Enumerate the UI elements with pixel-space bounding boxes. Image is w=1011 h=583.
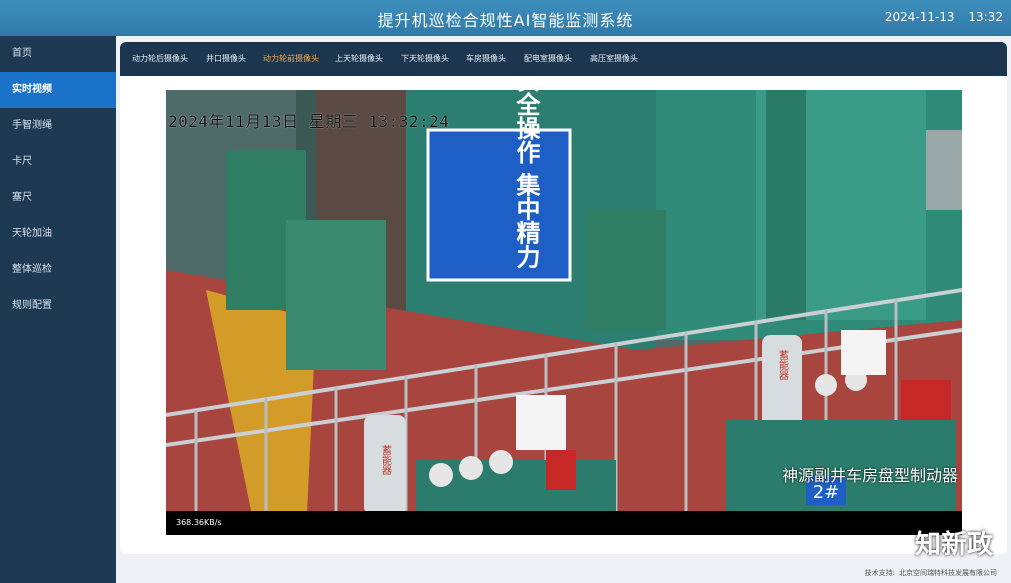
footer: 技术支持: 北京空间瑞特科技发展有限公司 — [861, 568, 997, 578]
top-bar: 提升机巡检合规性AI智能监测系统 2024-11-13 13:32 — [0, 0, 1011, 36]
video-player[interactable]: 安全操作 集中精力 蓄能器 蓄能器 2# 2024年11月13日 星期三 13:… — [166, 90, 962, 535]
sidebar: 首页 实时视频 手智测绳 卡尺 塞尺 天轮加油 整体巡检 规则配置 — [0, 36, 116, 583]
sidebar-item-label: 首页 — [12, 48, 32, 59]
sidebar-item-caliper[interactable]: 卡尺 — [0, 144, 116, 180]
header-time: 13:32 — [968, 10, 1003, 24]
tab-upper-sheave-camera[interactable]: 上天轮摄像头 — [335, 53, 383, 64]
video-panel: 动力轮后摄像头 井口摄像头 动力轮前摄像头 上天轮摄像头 下天轮摄像头 车房摄像… — [120, 42, 1007, 554]
sidebar-item-label: 天轮加油 — [12, 228, 52, 239]
sidebar-item-label: 手智测绳 — [12, 120, 52, 131]
main-area: 动力轮后摄像头 井口摄像头 动力轮前摄像头 上天轮摄像头 下天轮摄像头 车房摄像… — [116, 36, 1011, 583]
tab-hoist-room-camera[interactable]: 车房摄像头 — [466, 53, 506, 64]
tab-power-wheel-rear-camera[interactable]: 动力轮后摄像头 — [132, 53, 188, 64]
sidebar-item-rope-measure[interactable]: 手智测绳 — [0, 108, 116, 144]
tab-shaft-mouth-camera[interactable]: 井口摄像头 — [206, 53, 246, 64]
camera-tab-bar: 动力轮后摄像头 井口摄像头 动力轮前摄像头 上天轮摄像头 下天轮摄像头 车房摄像… — [120, 42, 1007, 76]
footer-company: 北京空间瑞特科技发展有限公司 — [899, 569, 997, 577]
osd-camera-caption: 神源副井车房盘型制动器 — [781, 466, 958, 485]
tab-power-distribution-camera[interactable]: 配电室摄像头 — [524, 53, 572, 64]
app-title: 提升机巡检合规性AI智能监测系统 — [377, 11, 634, 30]
tank-label-left: 蓄能器 — [380, 445, 392, 476]
footer-label: 技术支持: — [864, 569, 895, 577]
watermark-text: 知新政 — [914, 530, 993, 560]
tab-high-voltage-room-camera[interactable]: 高压室摄像头 — [590, 53, 638, 64]
sidebar-item-label: 实时视频 — [12, 84, 52, 95]
tab-power-wheel-front-camera[interactable]: 动力轮前摄像头 — [263, 53, 319, 64]
sign-text-right: 安全操作 集中精力 — [512, 90, 541, 269]
sidebar-item-rule-config[interactable]: 规则配置 — [0, 288, 116, 324]
sidebar-item-live-video[interactable]: 实时视频 — [0, 72, 116, 108]
video-status-bar: 368.36KB/s — [166, 511, 962, 535]
tab-lower-sheave-camera[interactable]: 下天轮摄像头 — [401, 53, 449, 64]
header-date: 2024-11-13 — [884, 10, 955, 24]
video-bitrate: 368.36KB/s — [176, 518, 222, 527]
osd-timestamp: 2024年11月13日 星期三 13:32:24 — [168, 112, 450, 131]
sidebar-item-label: 整体巡检 — [12, 264, 52, 275]
sidebar-item-feeler-gauge[interactable]: 塞尺 — [0, 180, 116, 216]
header-datetime: 2024-11-13 13:32 — [875, 10, 1003, 24]
sidebar-item-home[interactable]: 首页 — [0, 36, 116, 72]
sidebar-item-label: 规则配置 — [12, 300, 52, 311]
sidebar-item-sheave-oiling[interactable]: 天轮加油 — [0, 216, 116, 252]
sidebar-item-label: 卡尺 — [12, 156, 32, 167]
sidebar-item-overall-inspection[interactable]: 整体巡检 — [0, 252, 116, 288]
sidebar-item-label: 塞尺 — [12, 192, 32, 203]
tank-label-right: 蓄能器 — [777, 350, 789, 381]
